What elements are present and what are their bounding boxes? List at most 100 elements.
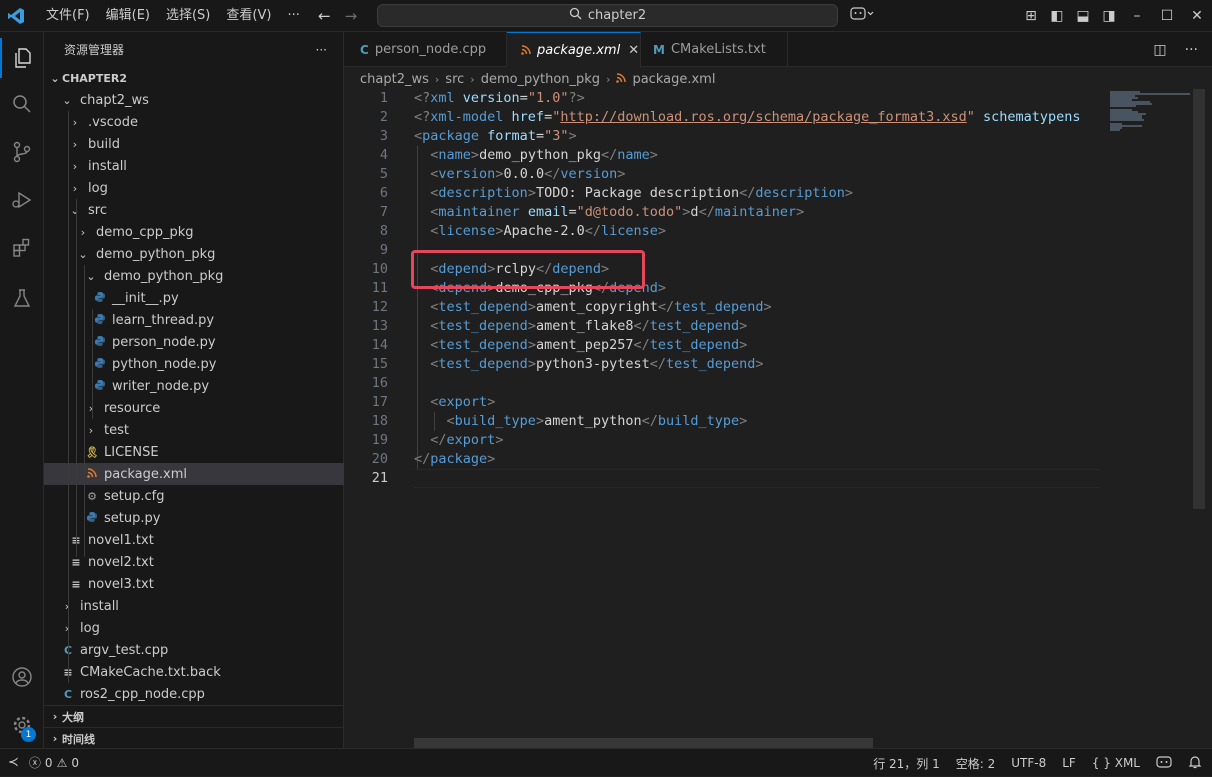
- horizontal-scrollbar[interactable]: [414, 738, 873, 748]
- close-window-icon[interactable]: ✕: [1182, 8, 1212, 24]
- tree-file[interactable]: 🎗 LICENSE: [44, 441, 344, 463]
- tree-file[interactable]: ⚙ setup.cfg: [44, 485, 344, 507]
- split-editor-icon[interactable]: ◫: [1153, 42, 1166, 58]
- menu-selection[interactable]: 选择(S): [158, 0, 218, 32]
- tree-indent-guide: [76, 199, 77, 557]
- toggle-panel-icon[interactable]: ⬓: [1070, 8, 1096, 24]
- tree-folder[interactable]: › install: [44, 595, 344, 617]
- more-actions-icon[interactable]: ···: [1185, 42, 1198, 58]
- tab-cmakelists[interactable]: M CMakeLists.txt: [641, 32, 788, 67]
- tree-folder[interactable]: › demo_cpp_pkg: [44, 221, 344, 243]
- tree-file[interactable]: ≡ novel3.txt: [44, 573, 344, 595]
- manage-gear-icon[interactable]: 1: [0, 705, 44, 745]
- extensions-icon[interactable]: [0, 228, 44, 268]
- toggle-primary-sidebar-icon[interactable]: ◧: [1044, 8, 1070, 24]
- text-file-icon: ≡: [71, 577, 81, 591]
- code-line: <test_depend>ament_pep257</test_depend>: [430, 337, 748, 353]
- breadcrumb-item[interactable]: demo_python_pkg: [481, 72, 600, 87]
- search-view-icon[interactable]: [0, 84, 44, 124]
- menu-file[interactable]: 文件(F): [38, 0, 98, 32]
- breadcrumb-item[interactable]: src: [445, 72, 464, 87]
- timeline-section[interactable]: › 时间线: [44, 727, 344, 749]
- rss-file-icon: [521, 44, 531, 58]
- problems-status[interactable]: ⓧ 0 ⚠ 0: [29, 754, 79, 771]
- tree-file[interactable]: ≡ novel2.txt: [44, 551, 344, 573]
- tree-file[interactable]: ≡CMakeCache.txt.back: [44, 661, 344, 683]
- end-of-line[interactable]: LF: [1062, 756, 1076, 770]
- forward-arrow-icon[interactable]: →: [345, 7, 358, 25]
- tree-file[interactable]: writer_node.py: [44, 375, 344, 397]
- copilot-icon[interactable]: [850, 6, 874, 26]
- command-center-search[interactable]: chapter2: [377, 4, 838, 27]
- tree-file[interactable]: Cros2_cpp_node.cpp: [44, 683, 344, 705]
- code-editor[interactable]: 1 2 3 4 5 6 7 8 9 10 11 12 13 14 15 16 17 18 19 20 21 <?xml …: [344, 89, 1212, 748]
- tree-indent-guide: [68, 111, 69, 683]
- minimap-line: [1110, 119, 1144, 121]
- warning-count: 0: [71, 755, 79, 770]
- tree-folder[interactable]: › test: [44, 419, 344, 441]
- vertical-scrollbar[interactable]: [1193, 89, 1205, 509]
- language-mode[interactable]: { } XML: [1092, 756, 1140, 770]
- workspace-root[interactable]: ⌄ CHAPTER2: [44, 67, 344, 89]
- tree-folder[interactable]: › install: [44, 155, 344, 177]
- tree-item-label: install: [80, 598, 119, 614]
- maximize-icon[interactable]: ☐: [1152, 8, 1182, 24]
- tree-folder[interactable]: › build: [44, 133, 344, 155]
- outline-section[interactable]: › 大纲: [44, 705, 344, 727]
- layout-customize-icon[interactable]: ⊞: [1018, 8, 1044, 24]
- chevron-down-icon: ⌄: [78, 247, 88, 261]
- explorer-sidebar: 资源管理器 ··· ⌄ CHAPTER2 ⌄ chapt2_ws › .vscode › bu…: [44, 32, 344, 748]
- tree-folder[interactable]: ⌄ demo_python_pkg: [44, 265, 344, 287]
- error-icon: ⓧ: [28, 756, 41, 770]
- indentation[interactable]: 空格: 2: [956, 755, 996, 772]
- explorer-more-button[interactable]: ···: [316, 43, 327, 57]
- chevron-right-icon: ›: [64, 599, 70, 613]
- run-debug-icon[interactable]: [0, 180, 44, 220]
- breadcrumb-item[interactable]: package.xml: [632, 72, 715, 87]
- tree-folder[interactable]: ⌄ chapt2_ws: [44, 89, 344, 111]
- tree-folder[interactable]: ⌄ src: [44, 199, 344, 221]
- account-icon[interactable]: [0, 657, 44, 697]
- tree-folder[interactable]: ⌄ demo_python_pkg: [44, 243, 344, 265]
- tree-file[interactable]: Cargv_test.cpp: [44, 639, 344, 661]
- tree-folder[interactable]: › .vscode: [44, 111, 344, 133]
- tree-folder[interactable]: › log: [44, 177, 344, 199]
- tree-folder[interactable]: › log: [44, 617, 344, 639]
- text-file-icon: ≡: [71, 555, 81, 569]
- tree-file[interactable]: __init__.py: [44, 287, 344, 309]
- menu-more[interactable]: ···: [279, 0, 307, 32]
- tree-file[interactable]: ≡novel1.txt: [44, 529, 344, 551]
- tree-file[interactable]: person_node.py: [44, 331, 344, 353]
- tree-item-label: novel1.txt: [88, 532, 154, 548]
- toggle-secondary-sidebar-icon[interactable]: ◨: [1096, 8, 1122, 24]
- minimize-icon[interactable]: –: [1122, 8, 1152, 24]
- tab-label: person_node.cpp: [374, 42, 487, 57]
- schema-link[interactable]: http://download.ros.org/schema/package_f…: [560, 109, 966, 125]
- copilot-status-icon[interactable]: [1156, 755, 1172, 772]
- testing-flask-icon[interactable]: [0, 278, 44, 318]
- tree-item-label: log: [88, 180, 108, 196]
- tab-package-xml[interactable]: package.xml ✕: [507, 32, 641, 68]
- code-line: <description>TODO: Package description</…: [430, 185, 853, 201]
- cursor-position[interactable]: 行 21，列 1: [873, 755, 940, 772]
- tree-file[interactable]: package.xml: [44, 463, 344, 485]
- tab-person-node-cpp[interactable]: C person_node.cpp: [344, 32, 507, 67]
- source-control-icon[interactable]: [0, 132, 44, 172]
- notifications-bell-icon[interactable]: [1188, 755, 1202, 772]
- close-tab-icon[interactable]: ✕: [628, 43, 639, 58]
- tree-file[interactable]: setup.py: [44, 507, 344, 529]
- breadcrumb-item[interactable]: chapt2_ws: [360, 72, 429, 87]
- explorer-icon[interactable]: [0, 38, 44, 78]
- minimap[interactable]: [1100, 89, 1193, 509]
- python-file-icon: [92, 291, 108, 306]
- menu-view[interactable]: 查看(V): [218, 0, 279, 32]
- menu-edit[interactable]: 编辑(E): [98, 0, 158, 32]
- tree-file[interactable]: learn_thread.py: [44, 309, 344, 331]
- tree-file[interactable]: python_node.py: [44, 353, 344, 375]
- encoding[interactable]: UTF-8: [1011, 756, 1046, 770]
- explorer-header: 资源管理器 ···: [44, 32, 343, 67]
- back-arrow-icon[interactable]: ←: [318, 7, 331, 25]
- tree-folder[interactable]: › resource: [44, 397, 344, 419]
- code-line: <version>0.0.0</version>: [430, 166, 626, 182]
- remote-icon[interactable]: ≺: [8, 755, 19, 770]
